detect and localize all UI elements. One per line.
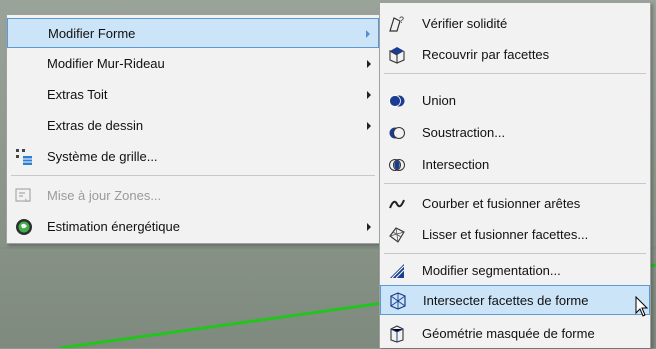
submenu-item-label: Intersection xyxy=(422,157,490,172)
curve-edges-icon xyxy=(388,195,406,213)
intersect-facets-icon xyxy=(389,292,407,310)
check-solidity-icon: ? xyxy=(388,15,406,33)
submenu-item-verifier-solidite[interactable]: ? Vérifier solidité xyxy=(380,9,650,39)
submenu-item-label: Soustraction... xyxy=(422,125,506,140)
submenu-item-label: Lisser et fusionner facettes... xyxy=(422,227,589,242)
grid-system-icon xyxy=(15,148,33,166)
submenu-item-lisser-facettes[interactable]: Lisser et fusionner facettes... xyxy=(380,220,650,250)
menu-item-mise-a-jour-zones: Mise à jour Zones... xyxy=(7,181,379,211)
menu-separator xyxy=(384,253,646,254)
submenu-item-label: Union xyxy=(422,93,456,108)
menu-item-label: Modifier Mur-Rideau xyxy=(47,56,165,71)
cover-facets-icon xyxy=(388,46,406,64)
menu-item-modifier-forme[interactable]: Modifier Forme xyxy=(7,18,379,48)
menu-item-systeme-grille[interactable]: Système de grille... xyxy=(7,142,379,172)
update-zones-icon xyxy=(15,187,33,205)
submenu-item-recouvrir-facettes[interactable]: Recouvrir par facettes xyxy=(380,40,650,70)
menu-item-label: Extras Toit xyxy=(47,87,108,102)
union-icon xyxy=(388,92,406,110)
menu-item-extras-toit[interactable]: Extras Toit xyxy=(7,80,379,110)
submenu-item-union[interactable]: Union xyxy=(380,86,650,116)
submenu-arrow-icon xyxy=(366,30,370,38)
segmentation-icon xyxy=(388,262,406,280)
submenu-item-geometrie-masquee[interactable]: Géométrie masquée de forme xyxy=(380,319,650,349)
menu-item-estimation-energetique[interactable]: Estimation énergétique xyxy=(7,212,379,242)
submenu-item-label: Courber et fusionner arêtes xyxy=(422,196,581,211)
menu-separator xyxy=(384,73,646,74)
submenu-item-intersecter-facettes[interactable]: Intersecter facettes de forme xyxy=(380,285,650,315)
menu-separator xyxy=(384,183,646,184)
menu-item-modifier-mur-rideau[interactable]: Modifier Mur-Rideau xyxy=(7,49,379,79)
submenu-arrow-icon xyxy=(367,91,371,99)
menu-item-label: Système de grille... xyxy=(47,149,158,164)
menu-item-label: Modifier Forme xyxy=(48,26,136,41)
submenu-item-intersection[interactable]: Intersection xyxy=(380,150,650,180)
menu-separator xyxy=(11,175,375,176)
intersection-icon xyxy=(388,156,406,174)
menu-item-extras-dessin[interactable]: Extras de dessin xyxy=(7,111,379,141)
submenu-item-label: Modifier segmentation... xyxy=(422,263,561,278)
submenu-item-soustraction[interactable]: Soustraction... xyxy=(380,118,650,148)
submenu-arrow-icon xyxy=(367,60,371,68)
hidden-geometry-icon xyxy=(388,325,406,343)
energy-globe-icon xyxy=(15,218,33,236)
submenu-item-modifier-segmentation[interactable]: Modifier segmentation... xyxy=(380,256,650,286)
menu-item-label: Extras de dessin xyxy=(47,118,144,133)
submenu-item-courber-aretes[interactable]: Courber et fusionner arêtes xyxy=(380,189,650,219)
submenu-arrow-icon xyxy=(367,122,371,130)
smooth-facets-icon xyxy=(388,226,406,244)
menu-item-label: Estimation énergétique xyxy=(47,219,180,234)
subtraction-icon xyxy=(388,124,406,142)
menu-item-label: Mise à jour Zones... xyxy=(47,188,162,203)
submenu-item-label: Géométrie masquée de forme xyxy=(422,326,595,341)
submenu-item-label: Vérifier solidité xyxy=(422,16,508,31)
svg-text:?: ? xyxy=(399,15,404,25)
modifier-forme-submenu: ? Vérifier solidité Recouvrir par facett… xyxy=(379,2,651,348)
mouse-cursor-icon xyxy=(635,296,649,317)
context-menu: Modifier Forme Modifier Mur-Rideau Extra… xyxy=(6,14,380,244)
submenu-item-label: Recouvrir par facettes xyxy=(422,47,550,62)
submenu-arrow-icon xyxy=(367,223,371,231)
submenu-item-label: Intersecter facettes de forme xyxy=(423,293,589,308)
